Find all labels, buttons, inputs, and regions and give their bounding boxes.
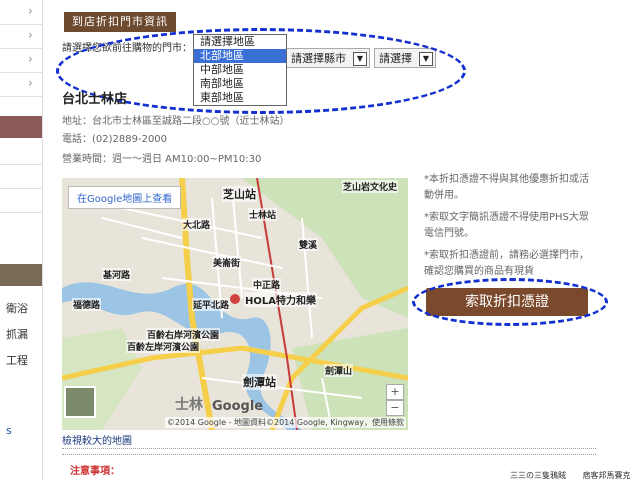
map-label: 劍潭山 — [324, 364, 354, 377]
note-text: *索取折扣憑證前，請務必選擇門市，確認您購買的商品有現貨 — [424, 250, 589, 277]
map-label: 芝山岩文化史 — [342, 180, 399, 193]
note-text: *本折扣憑證不得與其他優惠折扣或活動併用。 — [424, 174, 589, 201]
map-label: 百齡左岸河濱公園 — [126, 340, 201, 353]
map-label: 劍潭站 — [242, 374, 277, 390]
store-hours: 營業時間：週一～週日 AM10:00~PM10:30 — [62, 154, 262, 165]
map-label: 中正路 — [252, 278, 282, 291]
zoom-out-button[interactable]: − — [386, 400, 404, 416]
store-marker-label: HOLA特力和樂 — [244, 292, 317, 307]
divider — [62, 454, 596, 455]
sidebar-row[interactable]: › — [0, 48, 42, 73]
sidebar-row[interactable]: › — [0, 0, 42, 25]
sidebar-active-item[interactable] — [0, 116, 42, 138]
section-title: 到店折扣門市資訊 — [64, 12, 176, 32]
watermark-part: 三三の三隻鴉賊 — [510, 471, 566, 480]
divider — [62, 448, 596, 449]
store-address: 地址：台北市士林區至誠路二段○○號（近士林站） — [62, 116, 290, 127]
sidebar-row[interactable] — [0, 164, 42, 189]
chevron-right-icon: › — [28, 4, 33, 18]
sidebar-row[interactable]: › — [0, 72, 42, 97]
sidebar-row[interactable] — [0, 140, 42, 165]
store-phone: 電話：(02)2889-2000 — [62, 134, 168, 145]
zoom-in-button[interactable]: + — [386, 384, 404, 400]
map-label: 基河路 — [102, 268, 132, 281]
store-name: 台北士林店 — [62, 92, 128, 107]
map-label: 士林站 — [248, 208, 278, 221]
google-logo: Google — [212, 399, 264, 414]
left-sidebar: › › › › 衛浴 抓漏 工程 s — [0, 0, 43, 480]
map-label: 大北路 — [182, 218, 212, 231]
sidebar-item-label[interactable]: 衛浴 — [6, 300, 28, 316]
chevron-right-icon: › — [28, 76, 33, 90]
notices-title: 注意事項： — [70, 466, 120, 477]
satellite-toggle-thumbnail[interactable] — [64, 386, 96, 418]
view-larger-map-link[interactable]: 檢視較大的地圖 — [62, 432, 132, 447]
map-canvas — [62, 178, 408, 430]
store-map[interactable]: 在Google地圖上查看 芝山站 芝山岩文化史 中正路 雙溪 美崙街 百齡右岸河… — [62, 178, 408, 430]
view-in-google-maps-button[interactable]: 在Google地圖上查看 — [68, 186, 182, 209]
note-text: *索取文字簡訊憑證不得使用PHS大眾電信門號。 — [424, 212, 589, 239]
chevron-right-icon: › — [28, 28, 33, 42]
map-label: 美崙街 — [212, 256, 242, 269]
sidebar-link[interactable]: s — [6, 424, 12, 437]
map-label: 福德路 — [72, 298, 102, 311]
sidebar-item-label[interactable]: 工程 — [6, 352, 28, 368]
map-label: 士林 — [175, 397, 203, 413]
chevron-right-icon: › — [28, 52, 33, 66]
annotation-ellipse — [412, 278, 608, 326]
store-marker-icon[interactable] — [230, 294, 240, 304]
sidebar-section-header — [0, 264, 42, 286]
sidebar-item-label[interactable]: 抓漏 — [6, 326, 28, 342]
map-label: 延平北路 — [192, 298, 231, 311]
sidebar-row[interactable]: › — [0, 24, 42, 49]
sidebar-row[interactable] — [0, 188, 42, 213]
watermark-text: 三三の三隻鴉賊 痞客邦馬賽克 — [510, 470, 631, 481]
map-attribution[interactable]: ©2014 Google - 地圖資料©2014 Google, Kingway… — [164, 417, 406, 428]
map-label: 雙溪 — [298, 238, 319, 251]
map-label: 芝山站 — [222, 186, 257, 202]
watermark-part: 痞客邦馬賽克 — [582, 471, 631, 480]
